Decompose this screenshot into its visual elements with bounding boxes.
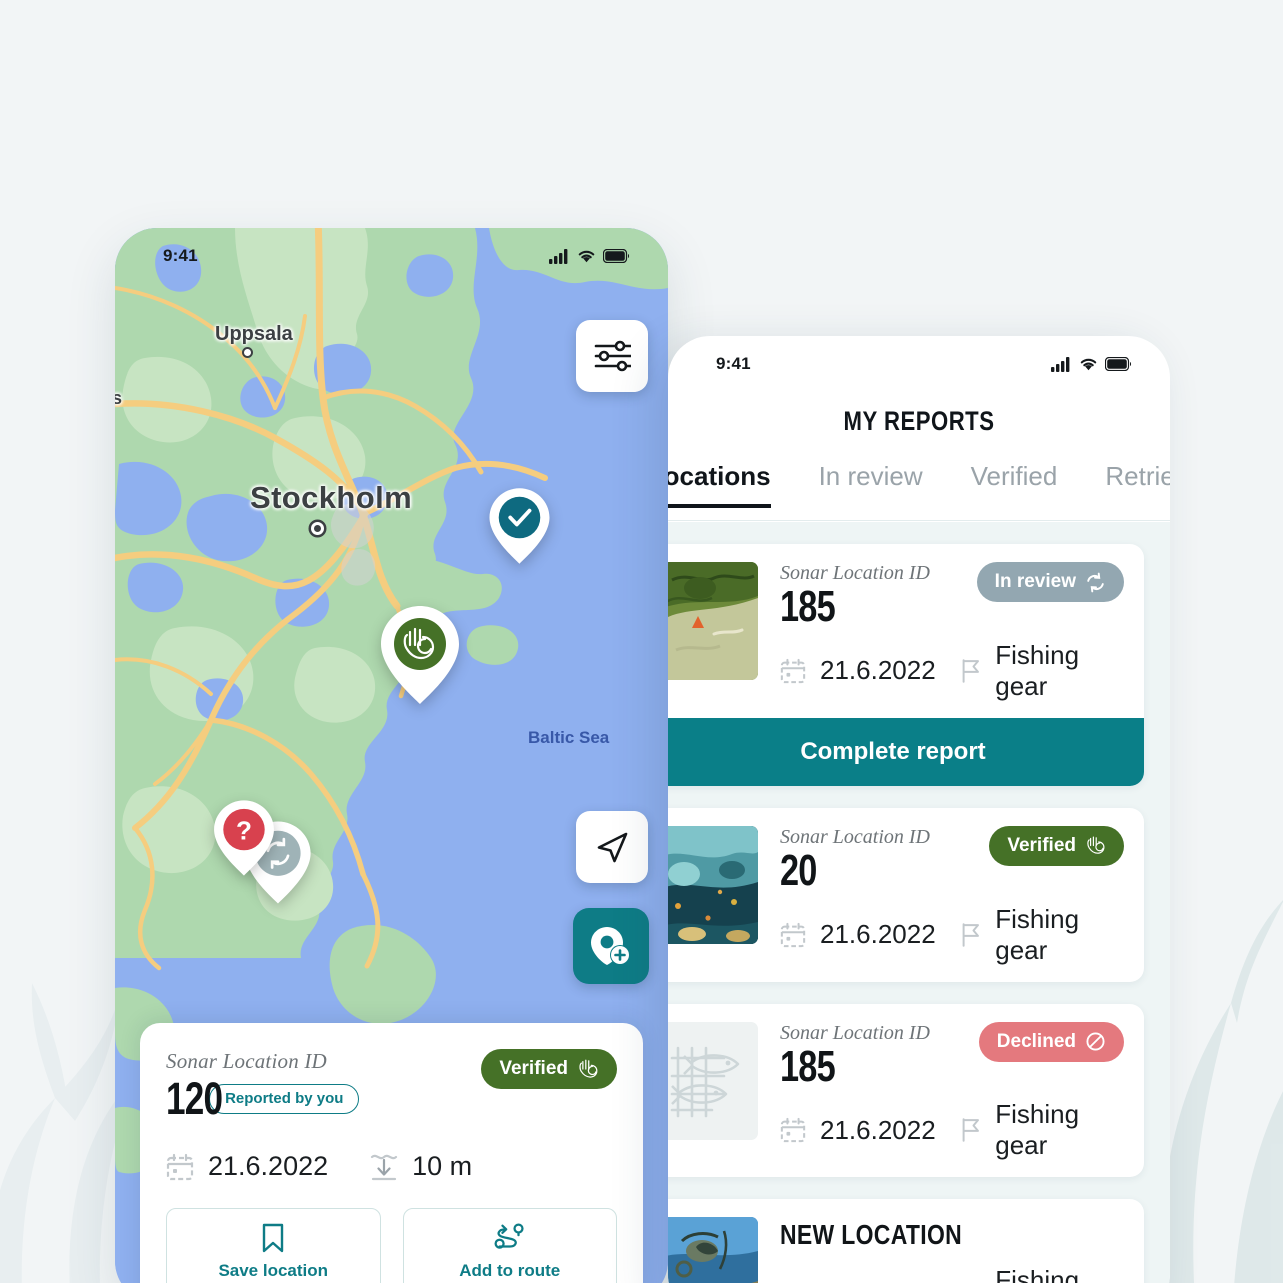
map-filters-button[interactable] [576,320,648,392]
wifi-icon [1080,358,1097,371]
report-card[interactable]: Sonar Location ID 185 Declined 21.6.2022… [668,1003,1144,1178]
report-thumbnail [668,562,758,680]
map-pin-ok-hand[interactable] [377,603,463,707]
map-screen-phone: Stockholm Uppsala us Baltic Sea 9:41 [115,228,668,1283]
page-title: MY REPORTS [843,406,995,436]
report-category-text: Fishing gear [995,1265,1080,1283]
status-time: 9:41 [163,246,198,265]
question-icon: ? [236,816,252,846]
report-thumbnail [668,1217,758,1283]
report-category-text: Fishing gear [995,1099,1080,1161]
add-location-icon [591,927,630,965]
flag-icon [962,922,979,947]
calendar-icon [780,658,806,683]
calendar-icon [166,1153,194,1180]
tab-all-locations[interactable]: All locations [668,461,771,508]
detail-status-label: Verified [499,1058,568,1079]
detail-date-text: 21.6.2022 [208,1151,329,1181]
status-time-reports: 9:41 [716,354,751,373]
report-thumbnail [668,825,758,944]
detail-depth-text: 10 m [412,1151,473,1181]
add-to-route-button[interactable]: Add to route [402,1208,617,1283]
report-date-text: 21.6.2022 [820,919,936,949]
tab-in-review[interactable]: In review [819,461,923,504]
depth-icon [371,1154,398,1180]
detail-status-badge: Verified [481,1049,617,1089]
flag-icon [962,1118,979,1143]
report-sonar-id: 185 [780,1041,836,1091]
reported-by-you-chip: Reported by you [209,1083,360,1114]
navigation-arrow-icon [597,832,628,863]
save-location-label: Save location [218,1261,329,1280]
flag-icon [962,658,979,683]
reports-tabs: All locations In review Verified Retriev… [668,461,1170,517]
cellular-signal-icon [1051,356,1070,372]
report-category: Fishing gear [960,1265,1124,1283]
refresh-icon [1087,572,1104,592]
report-category: Fishing gear [960,904,1124,966]
net-placeholder-icon [670,1046,740,1117]
report-card[interactable]: NEW LOCATION 21.6.2022 [668,1199,1144,1283]
report-date-text: 21.6.2022 [820,655,936,686]
map-locate-button[interactable] [576,811,648,883]
calendar-icon [780,1118,806,1143]
report-date-text: 21.6.2022 [820,1114,936,1145]
ok-hand-icon [579,1059,598,1078]
detail-sonar-id: 120 [166,1073,223,1124]
bookmark-icon [263,1223,284,1253]
tab-verified[interactable]: Verified [971,461,1058,504]
cellular-signal-icon [549,248,568,264]
status-badge-label: Verified [1007,834,1076,856]
reef-photo [668,825,758,944]
calendar-icon [780,922,806,947]
status-badge: In review [976,562,1124,602]
location-detail-card: Sonar Location ID 120 Reported by you Ve… [140,1023,643,1283]
save-location-button[interactable]: Save location [166,1208,381,1283]
status-badge-label: In review [994,571,1076,592]
detail-sonar-label: Sonar Location ID [166,1049,327,1073]
battery-icon [1105,357,1132,371]
complete-report-button[interactable]: Complete report [668,717,1144,786]
report-category-text: Fishing gear [995,903,1080,965]
report-thumbnail [668,1021,758,1140]
report-date: 21.6.2022 [780,655,936,686]
ghost-net-photo [668,562,758,680]
status-bar-reports: 9:41 [668,336,1170,382]
status-badge-label: Declined [996,1030,1076,1052]
report-category: Fishing gear [960,640,1124,702]
battery-icon [603,249,630,263]
status-bar-map: 9:41 [115,228,668,274]
route-icon [494,1223,524,1249]
detail-date: 21.6.2022 [166,1151,328,1182]
reports-screen-phone: 9:41 MY REPORTS All locations In review [668,336,1170,1283]
detail-depth: 10 m [370,1151,472,1182]
report-category: Fishing gear [960,1099,1124,1161]
report-card[interactable]: Sonar Location ID 185 In review 21.6.202… [668,544,1144,786]
city-dot-stockholm [311,522,324,535]
reports-list[interactable]: Sonar Location ID 185 In review 21.6.202… [668,522,1170,1283]
report-date: 21.6.2022 [780,1115,936,1146]
add-to-route-label: Add to route [459,1261,561,1280]
report-sonar-id: 20 [780,845,817,895]
map-add-location-button[interactable] [573,908,649,984]
report-category-text: Fishing gear [995,639,1080,701]
status-badge: Verified [989,825,1124,866]
report-date: 21.6.2022 [780,919,936,950]
map-pin-unknown[interactable]: ? [211,798,277,878]
report-card[interactable]: Sonar Location ID 20 Verified 21.6.2022 … [668,807,1144,982]
status-badge: Declined [978,1021,1124,1062]
map-pin-verified[interactable] [486,486,553,566]
report-sonar-id: 185 [780,582,836,631]
sliders-icon [594,340,631,372]
wreck-photo [668,1217,758,1283]
tab-retrieved[interactable]: Retrieved [1105,461,1170,504]
no-entry-icon [1086,1032,1105,1051]
new-location-title: NEW LOCATION [780,1219,963,1251]
city-dot-uppsala [242,347,253,358]
ok-hand-icon [1087,836,1105,855]
tabs-divider [668,520,1170,521]
wifi-icon [578,250,595,263]
